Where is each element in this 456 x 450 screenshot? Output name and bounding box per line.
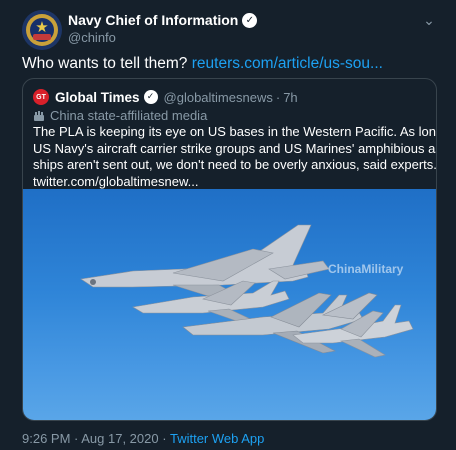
tweet-footer: 9:26 PM · Aug 17, 2020 · Twitter Web App <box>22 431 264 446</box>
footer-separator: · <box>162 431 167 446</box>
chevron-down-icon[interactable]: ⌄ <box>422 14 436 28</box>
tweet-source[interactable]: Twitter Web App <box>170 431 264 446</box>
photo-watermark: ChinaMilitary <box>328 262 404 276</box>
quoted-time: 7h <box>283 89 298 105</box>
quoted-body-line: ships aren't sent out, we don't need to … <box>33 157 437 172</box>
quoted-body-line: US Navy's aircraft carrier strike groups… <box>33 140 437 156</box>
tweet: ★ Navy Chief of Information ✓ @chinfo ⌄ … <box>0 0 456 450</box>
tweet-text: Who wants to tell them? reuters.com/arti… <box>22 55 383 73</box>
author-handle[interactable]: @chinfo <box>68 30 116 45</box>
state-media-label[interactable]: China state-affiliated media <box>33 108 207 123</box>
quoted-body-link[interactable]: twitter.com/globaltimesnew... <box>33 174 433 191</box>
author-avatar[interactable]: ★ <box>22 10 62 50</box>
author-display-name[interactable]: Navy Chief of Information <box>68 12 238 28</box>
tweet-timestamp[interactable]: 9:26 PM · Aug 17, 2020 <box>22 431 159 446</box>
quoted-body: The PLA is keeping its eye on US bases i… <box>33 124 437 191</box>
verified-badge-icon: ✓ <box>242 12 258 28</box>
quoted-header: GT Global Times ✓ @globaltimesnews · 7h <box>33 89 298 105</box>
quoted-tweet[interactable]: GT Global Times ✓ @globaltimesnews · 7h … <box>22 78 437 421</box>
author-name-row: Navy Chief of Information ✓ <box>68 12 258 28</box>
military-aircraft-photo[interactable]: ChinaMilitary <box>23 189 436 420</box>
star-icon: ★ <box>35 18 49 36</box>
flag-icon <box>34 110 44 121</box>
quoted-verified-badge-icon: ✓ <box>143 90 158 104</box>
tweet-text-content: Who wants to tell them? <box>22 55 188 72</box>
quoted-separator: · <box>275 89 281 105</box>
quoted-avatar: GT <box>33 89 49 105</box>
tweet-link[interactable]: reuters.com/article/us-sou... <box>192 55 383 72</box>
quoted-handle: @globaltimesnews <box>163 89 273 105</box>
quoted-display-name: Global Times <box>55 89 140 105</box>
avatar-base <box>33 34 51 40</box>
aircraft-illustration <box>80 224 414 358</box>
quoted-body-line: The PLA is keeping its eye on US bases i… <box>33 124 436 139</box>
state-media-label-text: China state-affiliated media <box>50 108 208 123</box>
